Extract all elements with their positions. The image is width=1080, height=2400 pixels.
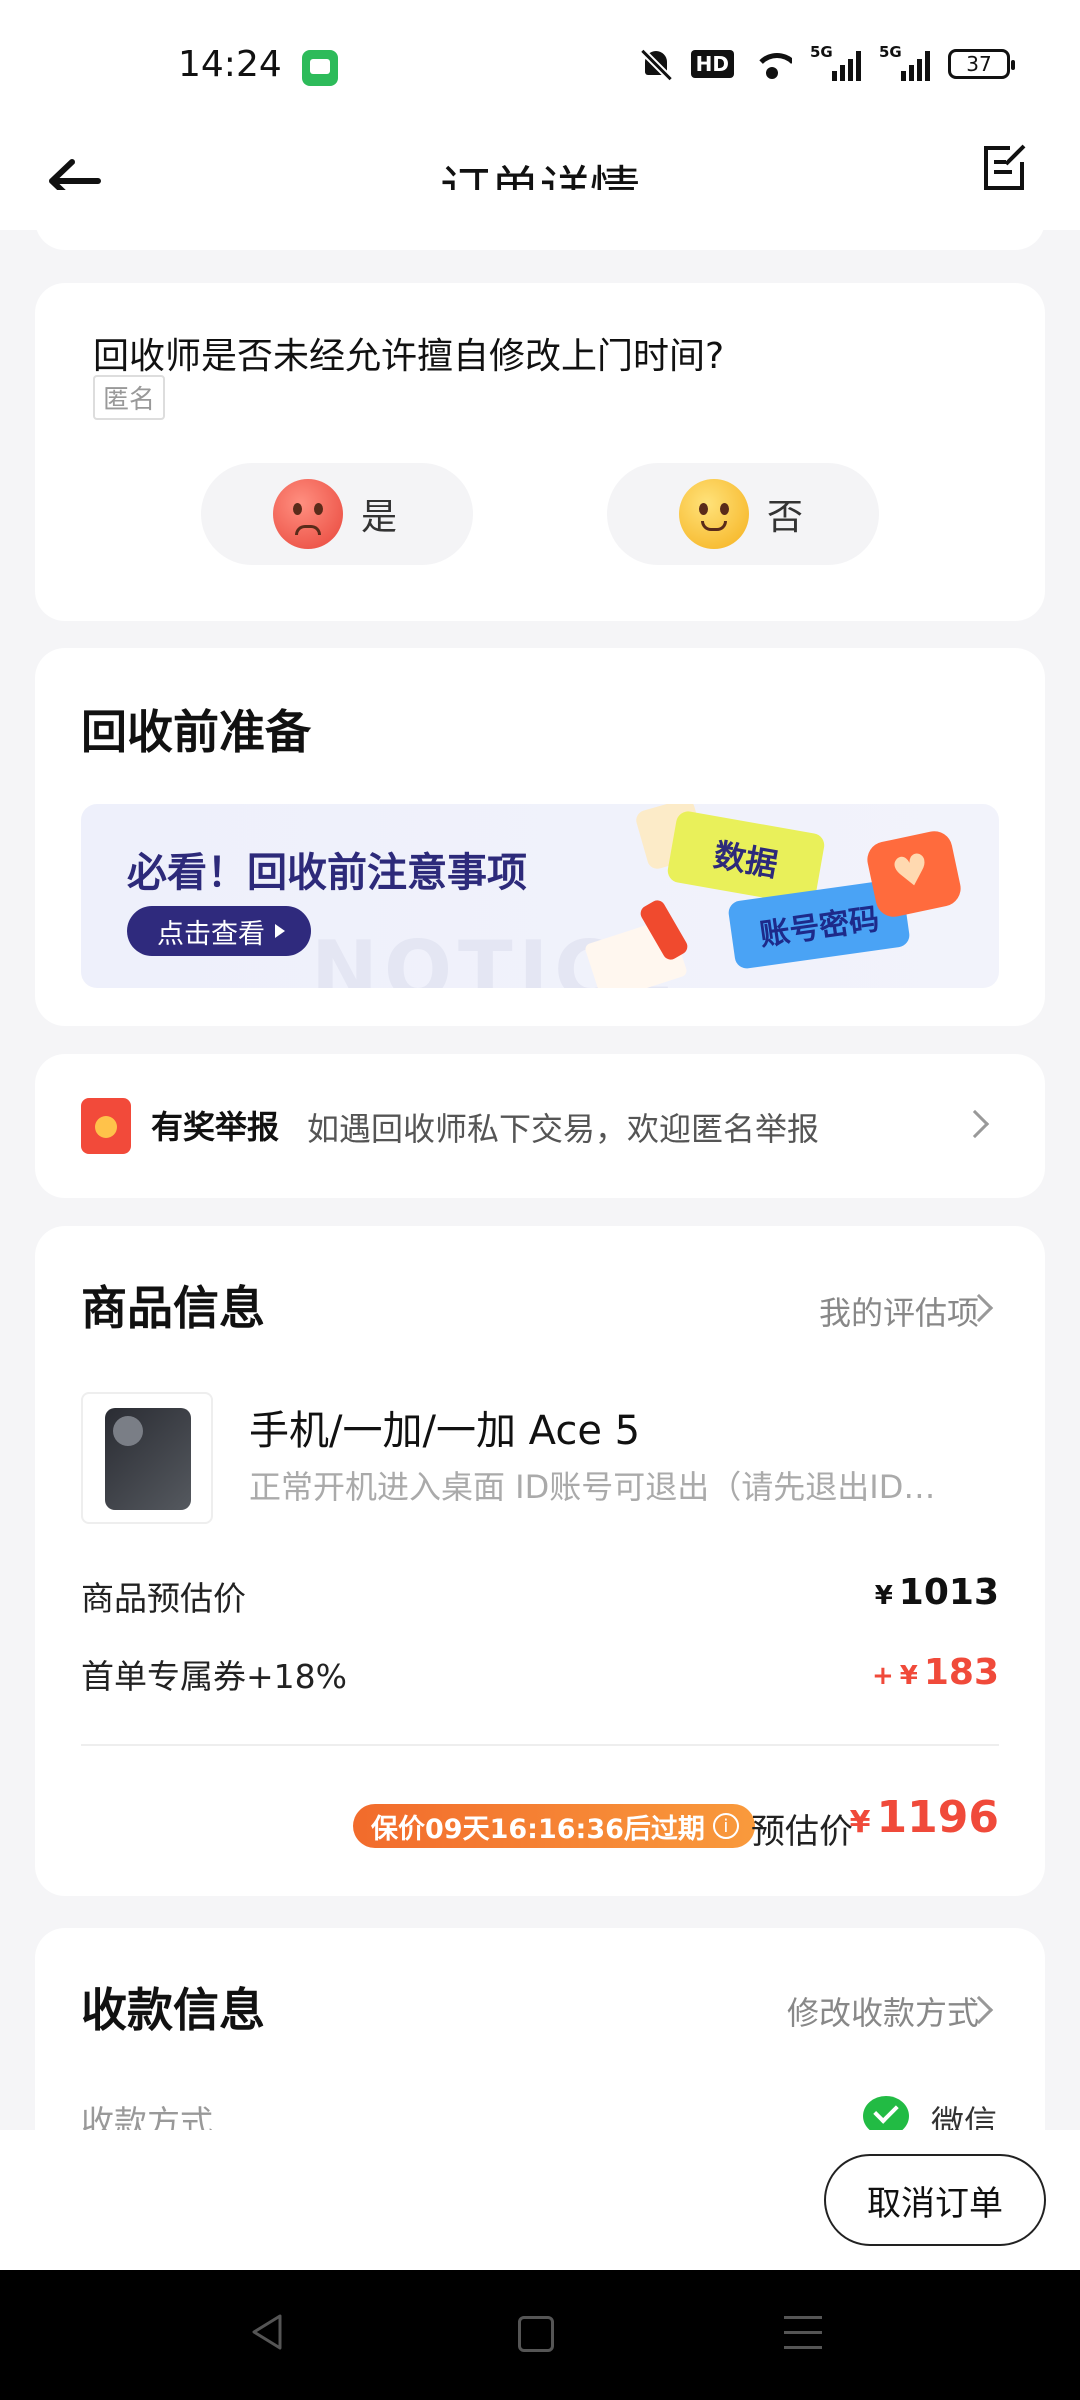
previous-card-edge	[35, 190, 1045, 250]
price-protect-badge[interactable]: 保价09天16:16:36后过期 i	[353, 1804, 755, 1848]
bottom-action-bar: 取消订单	[0, 2130, 1080, 2270]
product-card: 商品信息 我的评估项 手机/一加/一加 Ace 5 正常开机进入桌面 ID账号可…	[35, 1226, 1045, 1896]
prep-card: 回收前准备 NOTICE 数据 账号密码 必看！回收前注意事项 点击查看	[35, 648, 1045, 1026]
hd-icon: HD	[690, 50, 734, 78]
coupon-label: 首单专属券+18%	[81, 1657, 347, 1696]
battery-icon: 37	[948, 49, 1015, 79]
status-icons: HD 5G 5G 37	[639, 43, 1015, 84]
nav-menu-icon[interactable]	[784, 2316, 822, 2354]
view-notice-button[interactable]: 点击查看	[127, 906, 311, 956]
divider	[81, 1744, 999, 1746]
estimate-label: 预估价	[751, 1812, 853, 1852]
product-section-title: 商品信息	[81, 1281, 265, 1335]
system-nav-bar	[0, 2270, 1080, 2400]
mute-icon	[639, 47, 673, 81]
estimate-value: ¥1196	[849, 1792, 999, 1843]
survey-question: 回收师是否未经允许擅自修改上门时间?	[93, 336, 725, 377]
wifi-icon	[752, 49, 792, 79]
report-title: 有奖举报	[151, 1108, 280, 1146]
red-packet-icon	[81, 1098, 131, 1154]
cancel-order-button[interactable]: 取消订单	[824, 2154, 1046, 2246]
nav-back-icon[interactable]	[246, 2310, 290, 2354]
status-bar: 14:24 HD 5G 5G 37	[0, 0, 1080, 130]
anonymous-tag: 匿名	[93, 375, 166, 420]
edit-icon[interactable]	[976, 140, 1032, 196]
option-yes-button[interactable]: 是	[201, 463, 473, 565]
status-time: 14:24	[178, 44, 282, 85]
option-no-button[interactable]: 否	[607, 463, 879, 565]
expire-text: 保价09天16:16:36后过期	[371, 1813, 705, 1845]
view-notice-label: 点击查看	[157, 918, 265, 950]
message-app-icon	[302, 50, 338, 86]
notice-banner[interactable]: NOTICE 数据 账号密码 必看！回收前注意事项 点击查看	[81, 804, 999, 988]
survey-card: 回收师是否未经允许擅自修改上门时间? 匿名 是 否	[35, 283, 1045, 621]
option-yes-label: 是	[361, 497, 398, 538]
price-label: 商品预估价	[81, 1579, 246, 1618]
coupon-value: + ¥183	[871, 1652, 999, 1693]
info-icon: i	[712, 1813, 739, 1839]
signal-icon: 5G	[879, 43, 930, 81]
product-name: 手机/一加/一加 Ace 5	[249, 1408, 641, 1454]
product-desc: 正常开机进入桌面 ID账号可退出（请先退出ID账号）	[249, 1468, 949, 1506]
angry-face-icon	[273, 479, 343, 549]
option-no-label: 否	[767, 497, 804, 538]
modify-payment-link[interactable]: 修改收款方式	[787, 1988, 979, 2034]
my-eval-link[interactable]: 我的评估项	[819, 1288, 979, 1334]
nav-home-icon[interactable]	[518, 2316, 554, 2352]
play-arrow-icon	[275, 924, 285, 938]
product-thumbnail	[81, 1392, 213, 1524]
report-row[interactable]: 有奖举报 如遇回收师私下交易，欢迎匿名举报	[35, 1054, 1045, 1198]
smile-face-icon	[679, 479, 749, 549]
chevron-right-icon	[960, 1109, 990, 1139]
price-value: ¥1013	[874, 1572, 999, 1613]
heart-icon	[864, 827, 964, 921]
prep-title: 回收前准备	[81, 705, 311, 759]
signal-icon: 5G	[810, 43, 861, 81]
payment-section-title: 收款信息	[81, 1983, 265, 2037]
banner-title: 必看！回收前注意事项	[127, 850, 527, 896]
report-desc: 如遇回收师私下交易，欢迎匿名举报	[307, 1110, 820, 1148]
